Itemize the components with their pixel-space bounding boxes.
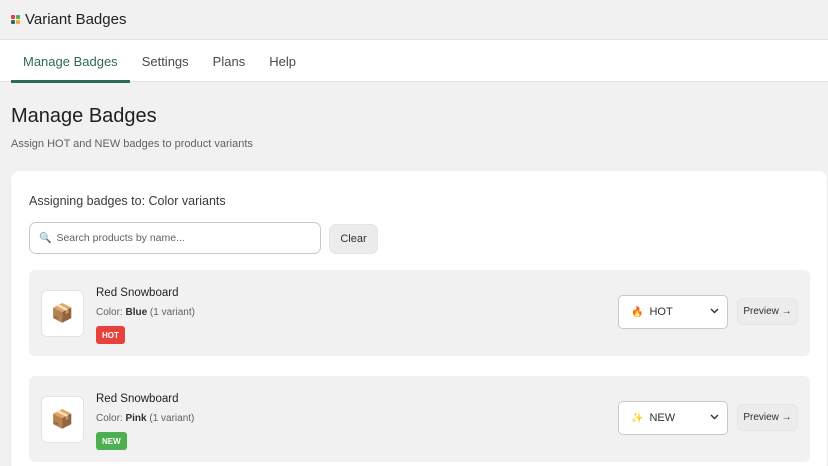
badge-select-value: NEW [649,412,676,424]
page-subtitle: Assign HOT and NEW badges to product var… [11,138,253,150]
variant-count: (1 variant) [149,307,195,318]
tab-plans[interactable]: Plans [201,40,258,82]
product-thumbnail: 📦 [41,290,84,337]
new-badge: NEW [96,432,127,450]
preview-button[interactable]: Preview → [737,298,798,325]
chevron-down-icon [710,306,719,317]
variant-info: Color: Blue (1 variant) [96,307,195,318]
option-value: Blue [125,307,148,318]
app-title: Variant Badges [25,11,127,28]
badge-select[interactable]: ✨ NEW [618,401,728,435]
page-title: Manage Badges [11,105,157,127]
product-thumbnail: 📦 [41,396,84,443]
option-label: Color: [96,413,123,424]
app-header: Variant Badges [0,0,828,40]
variant-row: 📦 Red Snowboard Color: Blue (1 variant) … [29,270,810,356]
clear-button[interactable]: Clear [329,224,378,254]
variant-count: (1 variant) [149,413,195,424]
tab-bar: Manage Badges Settings Plans Help [0,40,828,83]
search-input[interactable] [56,232,307,244]
badge-select-value: HOT [649,306,673,318]
variant-info: Color: Pink (1 variant) [96,413,194,424]
chevron-down-icon [710,412,719,423]
fire-icon: 🔥 [631,306,644,318]
option-label: Color: [96,307,123,318]
search-icon: 🔍 [39,232,52,244]
tab-settings[interactable]: Settings [130,40,201,82]
box-icon: 📦 [51,303,74,323]
product-name: Red Snowboard [96,287,179,299]
app-logo-icon [11,15,20,24]
option-value: Pink [125,413,147,424]
badge-select[interactable]: 🔥 HOT [618,295,728,329]
product-name: Red Snowboard [96,393,179,405]
badge-card: Assigning badges to: Color variants 🔍 Cl… [11,171,827,466]
preview-button[interactable]: Preview → [737,404,798,431]
variant-row: 📦 Red Snowboard Color: Pink (1 variant) … [29,376,810,462]
box-icon: 📦 [51,409,74,429]
tab-help[interactable]: Help [257,40,308,82]
tab-manage-badges[interactable]: Manage Badges [11,40,130,83]
hot-badge: HOT [96,326,125,344]
search-field[interactable]: 🔍 [29,222,321,254]
sparkles-icon: ✨ [631,412,644,424]
assign-label: Assigning badges to: Color variants [29,194,226,208]
